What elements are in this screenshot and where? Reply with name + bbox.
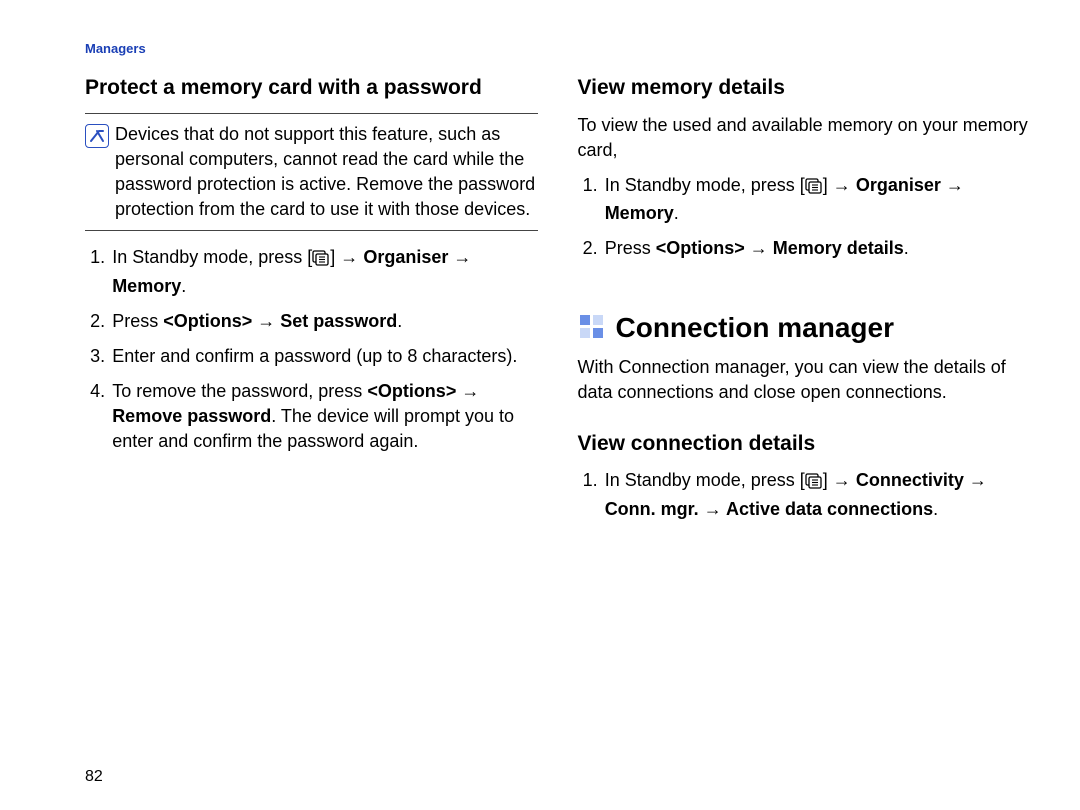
steps-list: In Standby mode, press [ ] → Organiser →… [85, 245, 538, 454]
note-box: Devices that do not support this feature… [85, 113, 538, 232]
left-column: Protect a memory card with a password De… [85, 73, 538, 532]
list-item: In Standby mode, press [ ] → Connectivit… [603, 468, 1030, 521]
note-icon [85, 124, 109, 148]
list-item: In Standby mode, press [ ] → Organiser →… [603, 173, 1030, 226]
note-text: Devices that do not support this feature… [115, 122, 538, 223]
heading-view-connection: View connection details [578, 429, 1031, 458]
list-item: To remove the password, press <Options> … [110, 379, 537, 455]
list-item: In Standby mode, press [ ] → Organiser →… [110, 245, 537, 298]
right-column: View memory details To view the used and… [578, 73, 1031, 532]
section-header: Managers [85, 40, 1030, 58]
list-item: Press <Options> → Set password. [110, 309, 537, 334]
menu-key-icon [805, 176, 823, 201]
heading-protect: Protect a memory card with a password [85, 73, 538, 102]
steps-list: In Standby mode, press [ ] → Organiser →… [578, 173, 1031, 262]
steps-list: In Standby mode, press [ ] → Connectivit… [578, 468, 1031, 521]
section-marker-icon [578, 313, 606, 341]
connection-intro: With Connection manager, you can view th… [578, 355, 1031, 405]
list-item: Press <Options> → Memory details. [603, 236, 1030, 261]
page-number: 82 [85, 766, 103, 788]
heading-view-memory: View memory details [578, 73, 1031, 102]
menu-key-icon [805, 471, 823, 496]
memory-intro: To view the used and available memory on… [578, 113, 1031, 163]
list-item: Enter and confirm a password (up to 8 ch… [110, 344, 537, 369]
menu-key-icon [312, 248, 330, 273]
heading-connection-manager: Connection manager [616, 308, 894, 347]
